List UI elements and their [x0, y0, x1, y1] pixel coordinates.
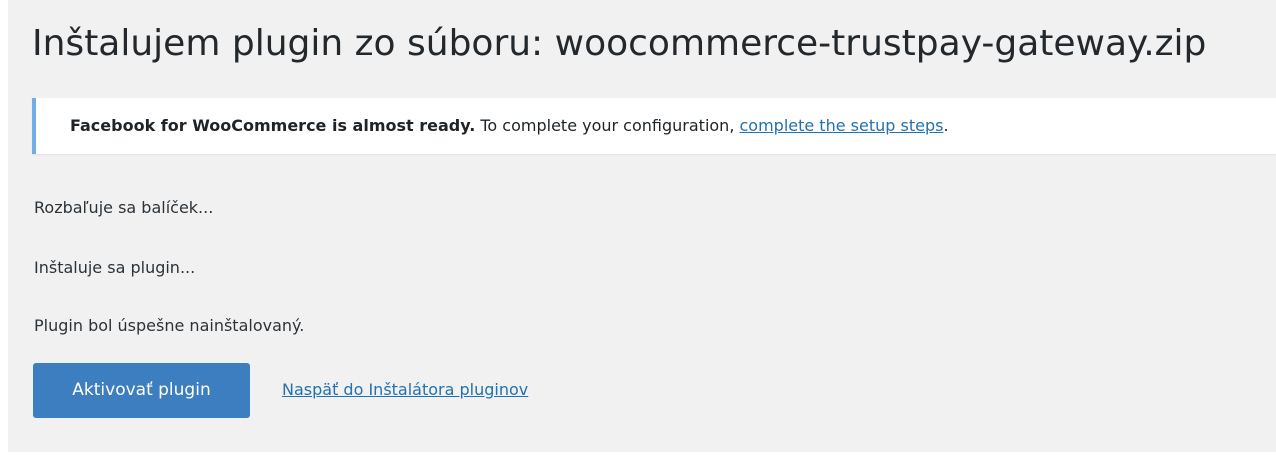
back-to-installer-link[interactable]: Naspäť do Inštalátora pluginov: [282, 377, 528, 403]
notice-bold-text: Facebook for WooCommerce is almost ready…: [70, 116, 476, 135]
notice-message: Facebook for WooCommerce is almost ready…: [70, 98, 949, 154]
facebook-notice: Facebook for WooCommerce is almost ready…: [32, 98, 1276, 154]
page-title: Inštalujem plugin zo súboru: woocommerce…: [32, 23, 1207, 64]
setup-steps-link[interactable]: complete the setup steps: [739, 116, 943, 135]
notice-suffix: .: [943, 116, 949, 135]
notice-text: To complete your configuration,: [475, 116, 740, 135]
step-success: Plugin bol úspešne nainštalovaný.: [34, 316, 305, 335]
main-content: Inštalujem plugin zo súboru: woocommerce…: [8, 0, 1276, 452]
activate-plugin-button[interactable]: Aktivovať plugin: [33, 363, 250, 418]
step-installing: Inštaluje sa plugin...: [34, 258, 196, 277]
step-unpacking: Rozbaľuje sa balíček...: [34, 198, 214, 217]
